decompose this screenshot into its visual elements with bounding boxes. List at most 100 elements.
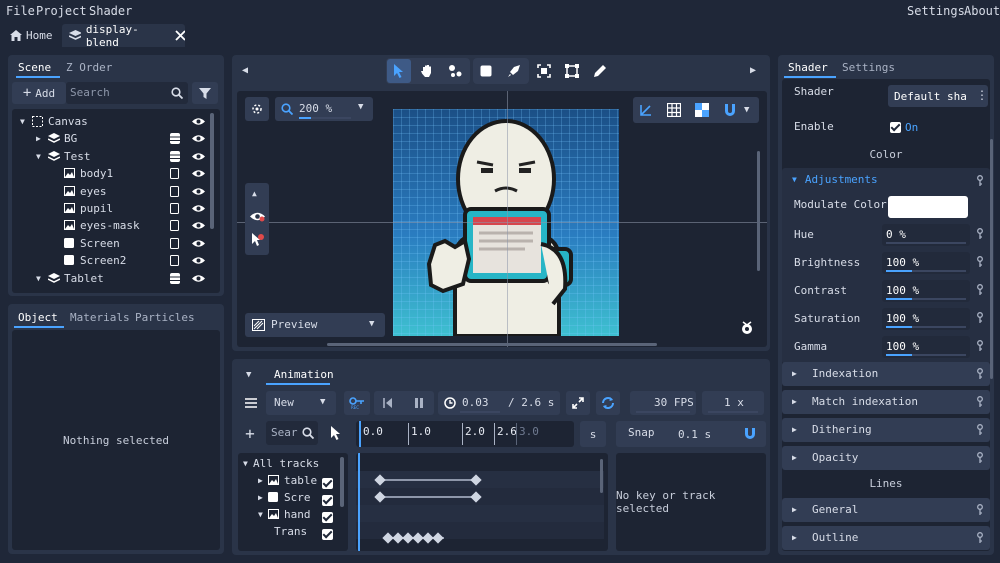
preview-select[interactable]: Preview ▼ xyxy=(245,313,385,337)
tab-scene[interactable]: Scene xyxy=(18,61,51,74)
axis-icon[interactable] xyxy=(639,103,653,117)
key-icon[interactable] xyxy=(976,175,984,187)
chevron-right-icon[interactable]: ▶ xyxy=(258,493,263,502)
eye-icon[interactable] xyxy=(192,187,205,196)
enable-checkbox[interactable]: On xyxy=(890,121,918,134)
keyframe-vscroll[interactable] xyxy=(600,459,603,493)
track-enabled-checkbox[interactable] xyxy=(322,512,333,523)
eye-icon[interactable] xyxy=(192,134,205,143)
chevron-down-icon[interactable]: ▼ xyxy=(36,274,41,283)
tree-node[interactable]: Screen xyxy=(12,235,210,252)
loop-button[interactable] xyxy=(596,391,620,415)
key-icon[interactable] xyxy=(976,312,984,324)
filter-button[interactable] xyxy=(192,82,218,104)
time-field[interactable]: 0.03 / 2.6 s xyxy=(438,391,560,415)
track-row[interactable]: Trans xyxy=(238,523,338,540)
chevron-right-icon[interactable]: ▶ xyxy=(36,134,41,143)
anim-select[interactable]: New ▼ xyxy=(266,391,336,415)
pencil-tool-button[interactable] xyxy=(588,59,612,83)
tab-particles[interactable]: Particles xyxy=(135,311,195,324)
zoom-select[interactable]: 200 % ▼ xyxy=(275,97,373,121)
document-icon[interactable] xyxy=(170,168,179,180)
eye-icon[interactable] xyxy=(192,204,205,213)
shape-tool-button[interactable] xyxy=(474,59,498,83)
menu-about[interactable]: About xyxy=(964,4,1000,18)
scroll-left-icon[interactable]: ◀ xyxy=(242,65,248,76)
chevron-down-icon[interactable]: ▼ xyxy=(243,459,248,468)
more-vertical-icon[interactable]: ⋮ xyxy=(976,88,988,102)
track-row[interactable]: ▶ table xyxy=(238,472,338,489)
seconds-toggle[interactable]: s xyxy=(580,421,606,447)
shader-scrollbar[interactable] xyxy=(990,139,993,379)
database-icon[interactable] xyxy=(170,150,180,162)
chevron-down-icon[interactable]: ▼ xyxy=(258,510,263,519)
pause-icon[interactable] xyxy=(414,398,424,408)
viewport-hscroll[interactable] xyxy=(327,343,657,346)
tab-zorder[interactable]: Z Order xyxy=(66,61,112,74)
key-icon[interactable] xyxy=(976,256,984,268)
document-icon[interactable] xyxy=(170,185,179,197)
ruler-playhead[interactable] xyxy=(359,421,361,447)
collapsed-section[interactable]: ▶ Opacity xyxy=(782,446,990,470)
tab-animation[interactable]: Animation xyxy=(274,368,334,381)
eye-icon[interactable] xyxy=(192,274,205,283)
record-key-button[interactable]: REC xyxy=(344,391,370,415)
snap-field[interactable]: Snap 0.1 s xyxy=(616,421,766,447)
chevron-down-icon[interactable]: ▼ xyxy=(744,105,749,115)
prop-slider[interactable]: 100 % xyxy=(882,308,970,330)
track-select-button[interactable] xyxy=(324,421,348,445)
document-icon[interactable] xyxy=(170,220,179,232)
add-track-button[interactable]: + xyxy=(238,421,262,445)
eye-icon[interactable] xyxy=(192,221,205,230)
eye-icon[interactable] xyxy=(192,117,205,126)
track-scrollbar[interactable] xyxy=(340,457,344,507)
chevron-right-icon[interactable]: ▶ xyxy=(258,476,263,485)
scroll-right-icon[interactable]: ▶ xyxy=(750,65,756,76)
prop-slider[interactable]: 0 % xyxy=(882,224,970,246)
keyframe-area[interactable] xyxy=(356,453,608,551)
collapse-chevron-icon[interactable]: ▼ xyxy=(246,370,251,380)
document-icon[interactable] xyxy=(170,237,179,249)
tab-home[interactable]: Home xyxy=(4,25,62,46)
prop-slider[interactable]: 100 % xyxy=(882,252,970,274)
document-icon[interactable] xyxy=(170,255,179,267)
tree-node[interactable]: eyes-mask xyxy=(12,217,210,234)
track-row[interactable]: ▶ Scre xyxy=(238,489,338,506)
key-icon[interactable] xyxy=(976,424,984,436)
anim-menu-button[interactable] xyxy=(238,391,264,415)
snap-target-button[interactable] xyxy=(245,97,269,121)
magnet-icon[interactable] xyxy=(723,103,737,117)
playhead[interactable] xyxy=(358,453,360,551)
eye-icon[interactable] xyxy=(192,169,205,178)
tree-node[interactable]: ▼ Test xyxy=(12,148,210,165)
bone-tool-button[interactable] xyxy=(443,59,467,83)
tab-shader[interactable]: Shader xyxy=(788,61,828,74)
database-icon[interactable] xyxy=(170,272,180,284)
track-search-input[interactable]: Sear xyxy=(266,421,318,445)
eye-icon[interactable] xyxy=(250,211,265,222)
key-icon[interactable] xyxy=(976,368,984,380)
time-ruler[interactable]: 0.0 1.0 2.0 2.6 3.0 xyxy=(356,421,574,447)
pointer-record-icon[interactable] xyxy=(251,233,265,247)
speed-field[interactable]: 1 x xyxy=(702,391,764,415)
adjustments-header[interactable]: ▼ Adjustments xyxy=(792,173,878,186)
viewport-vscroll[interactable] xyxy=(757,151,760,271)
key-icon[interactable] xyxy=(976,340,984,352)
scene-scrollbar[interactable] xyxy=(210,113,214,229)
tree-node[interactable]: Screen2 xyxy=(12,252,210,269)
shader-select[interactable]: Default sha ⋮ xyxy=(888,85,988,107)
track-enabled-checkbox[interactable] xyxy=(322,495,333,506)
pan-tool-button[interactable] xyxy=(415,59,439,83)
settings-sprite-icon[interactable] xyxy=(740,321,754,335)
tree-node[interactable]: pupil xyxy=(12,200,210,217)
database-icon[interactable] xyxy=(170,133,180,145)
crop-tool-button[interactable] xyxy=(560,59,584,83)
chevron-up-icon[interactable]: ▲ xyxy=(252,189,257,198)
tab-materials[interactable]: Materials xyxy=(70,311,130,324)
eye-icon[interactable] xyxy=(192,152,205,161)
menu-settings[interactable]: Settings xyxy=(907,4,965,18)
track-row[interactable]: ▼ hand xyxy=(238,506,338,523)
screenshot-tool-button[interactable] xyxy=(532,59,556,83)
collapsed-section[interactable]: ▶ Indexation xyxy=(782,362,990,386)
key-icon[interactable] xyxy=(976,504,984,516)
